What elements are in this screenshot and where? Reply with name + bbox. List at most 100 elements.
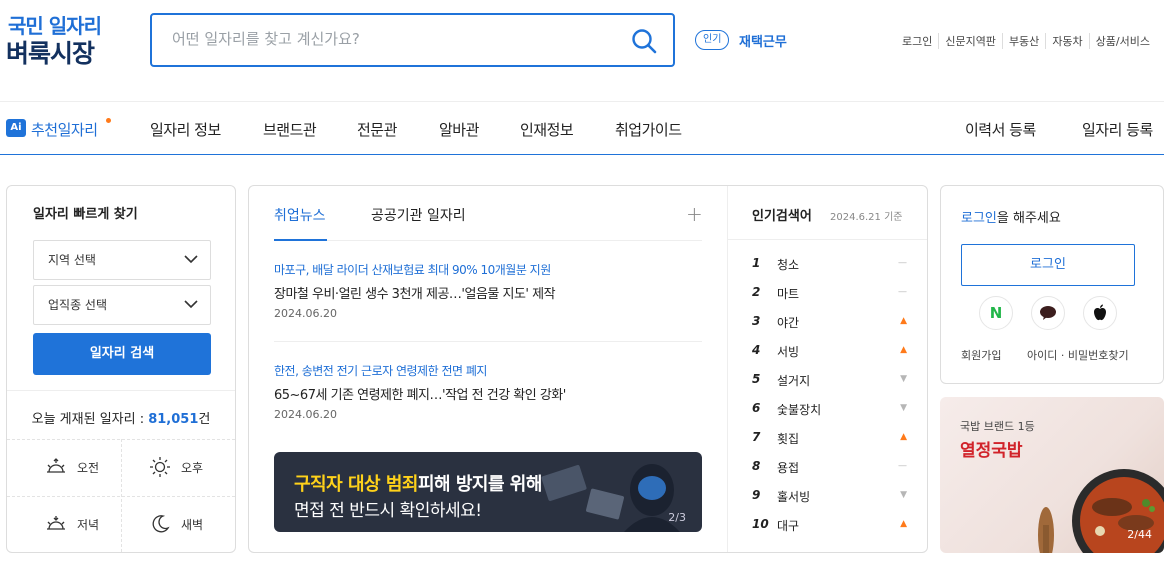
nav-item-talent[interactable]: 인재정보 (520, 119, 574, 140)
popular-keyword-link[interactable]: 재택근무 (739, 31, 787, 50)
rank-keyword: 대구 (777, 519, 800, 533)
ai-icon: Ai (6, 119, 26, 137)
moon-icon (152, 515, 170, 533)
shift-evening[interactable]: 저녁 (45, 513, 99, 535)
nav-item-brand[interactable]: 브랜드관 (263, 119, 317, 140)
popular-search-item[interactable]: 1 청소 — (752, 256, 907, 276)
trend-up-icon: ▲ (900, 432, 907, 442)
tab-public-jobs[interactable]: 공공기관 일자리 (371, 205, 466, 225)
nav-item-job-info[interactable]: 일자리 정보 (150, 119, 221, 140)
rank-number: 3 (752, 314, 761, 328)
rank-keyword: 횟집 (777, 432, 800, 446)
brand-ad-banner[interactable]: 국밥 브랜드 1등 열정국밥 2/44 (940, 397, 1164, 553)
shift-morning[interactable]: 오전 (45, 456, 99, 478)
crime-warning-banner[interactable]: 구직자 대상 범죄피해 방지를 위해 면접 전 반드시 확인하세요! 2/3 (274, 452, 702, 532)
rank-number: 8 (752, 459, 761, 473)
brand-banner-page-indicator: 2/44 (1127, 528, 1152, 541)
sunrise-icon (47, 458, 65, 473)
chevron-down-icon (184, 300, 198, 309)
signup-link[interactable]: 회원가입 (961, 347, 1001, 363)
trend-same-icon: — (898, 287, 907, 297)
trend-up-icon: ▲ (900, 519, 907, 529)
popular-search-item[interactable]: 5 설거지 ▼ (752, 372, 907, 392)
tab-job-news[interactable]: 취업뉴스 (274, 205, 326, 225)
login-panel: 로그인을 해주세요 로그인 N 회원가입 아이디 · 비밀번호찾기 (940, 185, 1164, 384)
utility-links: 로그인 신문지역판 부동산 자동차 상품/서비스 (896, 33, 1156, 49)
job-category-select[interactable]: 업직종 선택 (33, 285, 211, 325)
popular-badge: 인기 (695, 30, 730, 50)
rank-number: 7 (752, 430, 761, 444)
news-date: 2024.06.20 (274, 408, 337, 421)
logo-main-text[interactable]: 벼룩시장 (6, 34, 95, 70)
util-link-products[interactable]: 상품/서비스 (1088, 33, 1156, 49)
divider (121, 439, 122, 552)
popular-search-item[interactable]: 10 대구 ▲ (752, 517, 907, 537)
today-job-count: 오늘 게재된 일자리 : 81,051건 (7, 408, 235, 427)
banner-page-indicator: 2/3 (668, 511, 686, 524)
search-input[interactable] (172, 15, 632, 63)
rank-number: 4 (752, 343, 761, 357)
sun-icon (150, 457, 170, 477)
popular-search-date: 2024.6.21 기준 (830, 212, 903, 223)
banner-text-line1: 구직자 대상 범죄피해 방지를 위해 (294, 470, 542, 496)
popular-search-item[interactable]: 4 서빙 ▲ (752, 343, 907, 363)
rank-number: 6 (752, 401, 761, 415)
apple-login-icon[interactable] (1083, 296, 1117, 330)
divider (7, 390, 235, 391)
login-prompt-link[interactable]: 로그인 (961, 211, 997, 226)
util-link-real-estate[interactable]: 부동산 (1001, 33, 1045, 49)
nav-top-divider (0, 101, 1164, 102)
nav-item-parttime[interactable]: 알바관 (439, 119, 479, 140)
nav-item-ai-recommend[interactable]: 추천일자리 (31, 119, 98, 140)
naver-login-icon[interactable]: N (979, 296, 1013, 330)
divider (274, 240, 702, 241)
quick-search-panel: 일자리 빠르게 찾기 지역 선택 업직종 선택 일자리 검색 오늘 게재된 일자… (6, 185, 236, 553)
divider (274, 341, 702, 342)
news-headline[interactable]: 마포구, 배달 라이더 산재보험료 최대 90% 10개월분 지원 (274, 261, 551, 278)
new-dot-indicator (106, 118, 111, 123)
popular-search-item[interactable]: 6 숯불장치 ▼ (752, 401, 907, 421)
popular-search-item[interactable]: 2 마트 — (752, 285, 907, 305)
popular-search-item[interactable]: 3 야간 ▲ (752, 314, 907, 334)
popular-search-item[interactable]: 7 횟집 ▲ (752, 430, 907, 450)
job-search-button[interactable]: 일자리 검색 (33, 333, 211, 375)
rank-keyword: 설거지 (777, 374, 811, 388)
nav-item-specialty[interactable]: 전문관 (357, 119, 397, 140)
rank-keyword: 서빙 (777, 345, 800, 359)
popular-search-item[interactable]: 8 용접 — (752, 459, 907, 479)
login-button[interactable]: 로그인 (961, 244, 1135, 286)
plus-icon[interactable]: + (686, 202, 703, 226)
util-link-login[interactable]: 로그인 (896, 33, 938, 49)
nav-item-job-register[interactable]: 일자리 등록 (1082, 119, 1153, 140)
shift-dawn[interactable]: 새벽 (149, 513, 203, 535)
shift-label: 오전 (77, 460, 100, 475)
shift-afternoon[interactable]: 오후 (149, 456, 203, 478)
rank-number: 10 (752, 517, 769, 531)
rank-keyword: 야간 (777, 316, 800, 330)
shift-label: 오후 (181, 460, 204, 475)
divider (728, 239, 927, 240)
rank-number: 5 (752, 372, 761, 386)
sunset-icon (47, 516, 65, 530)
news-headline[interactable]: 한전, 송변전 전기 근로자 연령제한 전면 폐지 (274, 362, 487, 379)
trend-up-icon: ▲ (900, 316, 907, 326)
region-select[interactable]: 지역 선택 (33, 240, 211, 280)
trend-same-icon: — (898, 258, 907, 268)
news-summary[interactable]: 65~67세 기존 연령제한 폐지…'작업 전 건강 확인 강화' (274, 384, 566, 403)
search-icon[interactable] (631, 28, 657, 54)
job-category-select-value: 업직종 선택 (48, 298, 108, 312)
nav-bottom-divider (0, 154, 1164, 155)
find-account-link[interactable]: 아이디 · 비밀번호찾기 (1027, 347, 1129, 363)
util-link-regional-paper[interactable]: 신문지역판 (938, 33, 1002, 49)
util-link-car[interactable]: 자동차 (1045, 33, 1088, 49)
today-unit: 건 (198, 412, 211, 427)
popular-search-title: 인기검색어 (752, 209, 812, 224)
popular-search-item[interactable]: 9 홀서빙 ▼ (752, 488, 907, 508)
apple-icon (1094, 304, 1106, 321)
login-prompt: 로그인을 해주세요 (961, 207, 1061, 226)
kakao-login-icon[interactable] (1031, 296, 1065, 330)
news-summary[interactable]: 장마철 우비·얼린 생수 3천개 제공…'얼음물 지도' 제작 (274, 283, 556, 302)
banner-highlight: 구직자 대상 범죄 (294, 474, 418, 495)
nav-item-resume-register[interactable]: 이력서 등록 (965, 119, 1036, 140)
nav-item-career-guide[interactable]: 취업가이드 (615, 119, 682, 140)
